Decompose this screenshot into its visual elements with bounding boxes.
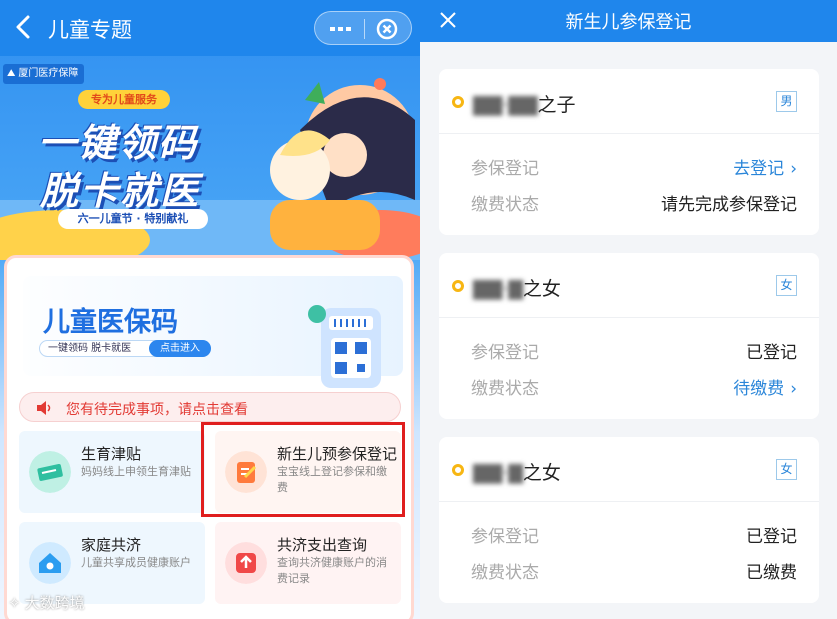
watermark: ✧ 大数跨境 [8, 593, 85, 613]
go-register-link[interactable]: 去登记 › [733, 154, 797, 179]
service-mutual-aid-expense-query[interactable]: 共济支出查询 查询共济健康账户的消费记录 [215, 522, 401, 604]
close-circle-icon[interactable] [375, 17, 399, 41]
banner-headline-1: 一键领码 [38, 121, 199, 165]
brand-badge: ⛰ 厦门医疗保障 [3, 64, 85, 84]
gender-badge: 女 [776, 459, 797, 480]
bullet-dot-icon [452, 280, 464, 292]
child-code-slogan: 一键领码 脱卡就医 点击进入 [39, 340, 211, 357]
row-label: 缴费状态 [471, 563, 539, 583]
newborn-registration-page: 新生儿参保登记 ▇▇·▇▇之子 男 参保登记 去登记 › 缴费状态 请先完成参保登… [420, 0, 837, 619]
service-desc: 儿童共享成员健康账户 [81, 556, 191, 569]
bullet-dot-icon [452, 96, 464, 108]
child-card: ▇▇·▇▇之子 男 参保登记 去登记 › 缴费状态 请先完成参保登记 [439, 69, 819, 235]
ticket-icon [29, 451, 71, 493]
child-code-title: 儿童医保码 [43, 307, 178, 338]
row-label: 参保登记 [471, 527, 539, 547]
row-value: 请先完成参保登记 [661, 195, 797, 215]
children-topic-page: 儿童专题 ⛰ 厦门医疗保障 专为儿童服务 一键领码 脱卡就医 六一儿童节 · 特… [0, 0, 420, 619]
child-name: ▇▇·▇▇之子 [473, 94, 576, 116]
pending-notice[interactable]: 您有待完成事项，请点击查看 [19, 392, 401, 422]
row-label: 缴费状态 [471, 379, 539, 399]
service-title: 家庭共济 [81, 536, 142, 554]
bullet-dot-icon [452, 464, 464, 476]
banner-headline-2: 脱卡就医 [40, 169, 201, 213]
home-icon [29, 542, 71, 584]
row-label: 参保登记 [471, 343, 539, 363]
highlight-box [201, 422, 405, 517]
right-header: 新生儿参保登记 [420, 0, 837, 42]
service-maternity-allowance[interactable]: 生育津贴 妈妈线上申领生育津贴 [19, 431, 205, 513]
row-value: 已登记 [746, 527, 797, 547]
child-name: ▇▇·▇之女 [473, 462, 561, 484]
brand-logo-icon: ⛰ [7, 68, 16, 79]
gender-badge: 女 [776, 275, 797, 296]
chevron-right-icon: › [790, 159, 797, 179]
back-arrow-icon[interactable] [10, 12, 38, 42]
banner-subtitle: 六一儿童节 · 特别献礼 [58, 209, 208, 229]
service-title: 生育津贴 [81, 445, 142, 463]
child-name: ▇▇·▇之女 [473, 278, 561, 300]
chevron-right-icon: › [790, 379, 797, 399]
watermark-logo-icon: ✧ [8, 593, 21, 612]
page-title: 新生儿参保登记 [565, 12, 692, 33]
child-card: ▇▇·▇之女 女 参保登记 已登记 缴费状态 已缴费 [439, 437, 819, 603]
qr-code-icon [308, 305, 381, 388]
banner-ribbon: 专为儿童服务 [78, 90, 170, 109]
gender-badge: 男 [776, 91, 797, 112]
speaker-icon [37, 401, 51, 415]
service-desc: 妈妈线上申领生育津贴 [81, 465, 191, 478]
service-title: 共济支出查询 [277, 536, 368, 554]
mini-program-capsule [314, 11, 412, 45]
notice-text: 您有待完成事项，请点击查看 [66, 402, 248, 418]
row-label: 缴费状态 [471, 195, 539, 215]
more-icon[interactable] [330, 22, 352, 36]
enter-button[interactable]: 点击进入 [149, 340, 211, 357]
child-code-card[interactable]: 儿童医保码 一键领码 脱卡就医 点击进入 [23, 276, 403, 388]
row-label: 参保登记 [471, 159, 539, 179]
upload-icon [225, 542, 267, 584]
child-card: ▇▇·▇之女 女 参保登记 已登记 缴费状态 待缴费 › [439, 253, 819, 419]
page-title: 儿童专题 [48, 18, 132, 42]
pending-payment-link[interactable]: 待缴费 › [733, 374, 797, 399]
row-value: 已登记 [746, 343, 797, 363]
left-header: 儿童专题 [0, 0, 420, 56]
service-desc: 查询共济健康账户的消费记录 [277, 556, 387, 585]
row-value: 已缴费 [746, 563, 797, 583]
